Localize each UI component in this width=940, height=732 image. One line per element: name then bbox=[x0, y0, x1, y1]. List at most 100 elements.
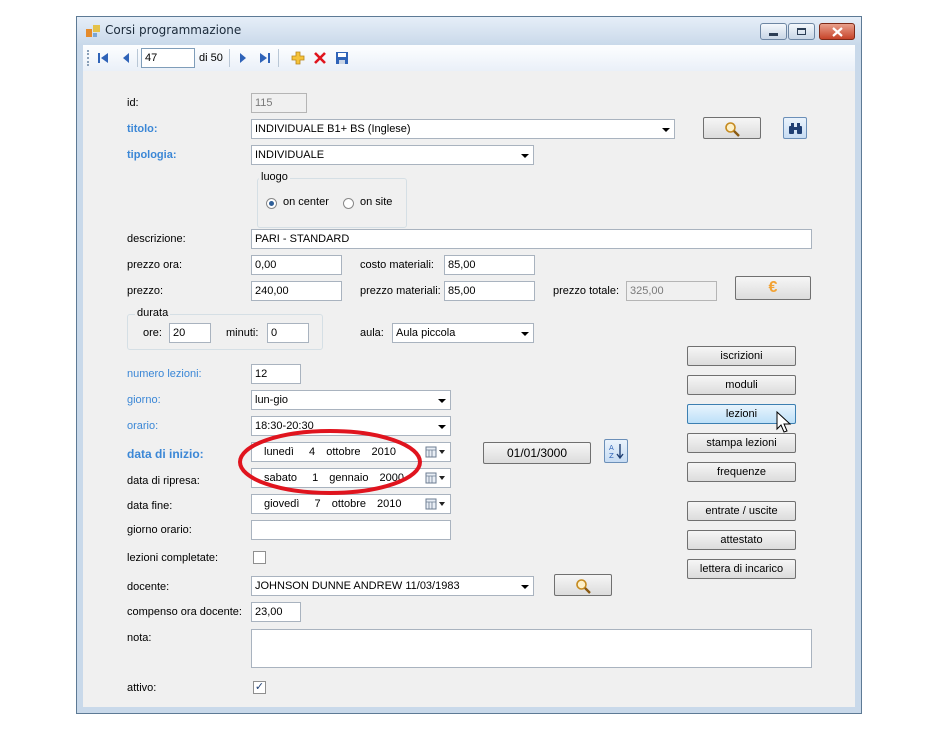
orario-label: orario: bbox=[127, 420, 159, 432]
previous-record-icon[interactable] bbox=[121, 52, 131, 64]
lettera-incarico-button[interactable]: lettera di incarico bbox=[687, 559, 796, 579]
date-01-01-3000-button[interactable]: 01/01/3000 bbox=[483, 442, 591, 464]
euro-icon: € bbox=[768, 279, 778, 296]
data-fine-picker[interactable]: giovedì 7 ottobre 2010 bbox=[251, 494, 451, 514]
svg-text:Z: Z bbox=[609, 452, 614, 460]
lezioni-completate-checkbox[interactable] bbox=[253, 551, 266, 564]
stampa-lezioni-button[interactable]: stampa lezioni bbox=[687, 433, 796, 453]
form-area: id: 115 titolo: INDIVIDUALE B1+ BS (Ingl… bbox=[83, 71, 855, 707]
record-position-input[interactable]: 47 bbox=[141, 48, 195, 68]
frequenze-button[interactable]: frequenze bbox=[687, 462, 796, 482]
id-field: 115 bbox=[251, 93, 307, 113]
on-center-radio[interactable] bbox=[266, 198, 277, 209]
attivo-label: attivo: bbox=[127, 682, 157, 694]
costo-materiali-field[interactable]: 85,00 bbox=[444, 255, 535, 275]
window: Corsi programmazione 47 di 50 id: 115 ti… bbox=[76, 16, 862, 714]
tipologia-combo[interactable]: INDIVIDUALE bbox=[251, 145, 534, 165]
search-titolo-button[interactable] bbox=[703, 117, 761, 139]
on-center-label[interactable]: on center bbox=[283, 196, 329, 208]
save-record-icon[interactable] bbox=[335, 51, 349, 65]
on-site-label[interactable]: on site bbox=[360, 196, 392, 208]
luogo-group-label: luogo bbox=[259, 171, 290, 183]
durata-group-label: durata bbox=[135, 307, 171, 319]
minuti-field[interactable]: 0 bbox=[267, 323, 309, 343]
sort-az-button[interactable]: A Z bbox=[604, 439, 628, 463]
sort-az-icon: A Z bbox=[609, 444, 624, 460]
titolo-value: INDIVIDUALE B1+ BS (Inglese) bbox=[255, 123, 411, 135]
attivo-checkbox[interactable]: ✓ bbox=[253, 681, 266, 694]
aula-value: Aula piccola bbox=[396, 327, 456, 339]
attestato-button[interactable]: attestato bbox=[687, 530, 796, 550]
data-fine-month: ottobre bbox=[331, 498, 366, 510]
euro-button[interactable]: € bbox=[735, 276, 811, 300]
close-icon bbox=[832, 27, 843, 37]
titolo-combo[interactable]: INDIVIDUALE B1+ BS (Inglese) bbox=[251, 119, 675, 139]
minimize-button[interactable] bbox=[760, 23, 787, 40]
moduli-button[interactable]: moduli bbox=[687, 375, 796, 395]
calendar-dropdown-icon[interactable] bbox=[425, 498, 447, 510]
data-fine-date: 7 bbox=[314, 498, 321, 510]
docente-value: JOHNSON DUNNE ANDREW 11/03/1983 bbox=[255, 580, 460, 592]
first-record-icon[interactable] bbox=[97, 52, 109, 64]
toolbar-separator bbox=[278, 49, 279, 67]
prezzo-ora-field[interactable]: 0,00 bbox=[251, 255, 342, 275]
numero-lezioni-field[interactable]: 12 bbox=[251, 364, 301, 384]
docente-label: docente: bbox=[127, 581, 170, 593]
prezzo-field[interactable]: 240,00 bbox=[251, 281, 342, 301]
app-icon bbox=[86, 25, 100, 37]
id-label: id: bbox=[127, 97, 139, 109]
mouse-cursor-icon bbox=[776, 411, 792, 433]
entrate-uscite-button[interactable]: entrate / uscite bbox=[687, 501, 796, 521]
on-site-radio[interactable] bbox=[343, 198, 354, 209]
prezzo-label: prezzo: bbox=[127, 285, 164, 297]
toolbar-separator bbox=[229, 49, 230, 67]
magnifier-icon bbox=[725, 122, 740, 137]
close-button[interactable] bbox=[819, 23, 855, 40]
add-record-icon[interactable] bbox=[291, 51, 305, 65]
calendar-dropdown-icon[interactable] bbox=[425, 472, 447, 484]
prezzo-ora-label: prezzo ora: bbox=[127, 259, 183, 271]
window-title: Corsi programmazione bbox=[105, 23, 242, 37]
giorno-value: lun-gio bbox=[255, 394, 289, 406]
data-ripresa-label: data di ripresa: bbox=[127, 475, 200, 487]
calendar-dropdown-icon[interactable] bbox=[425, 446, 447, 458]
maximize-button[interactable] bbox=[788, 23, 815, 40]
prezzo-materiali-field[interactable]: 85,00 bbox=[444, 281, 535, 301]
data-fine-label: data fine: bbox=[127, 500, 173, 512]
nota-field[interactable] bbox=[251, 629, 812, 668]
descrizione-field[interactable]: PARI - STANDARD bbox=[251, 229, 812, 249]
minuti-label: minuti: bbox=[226, 327, 259, 339]
navigator-toolbar: 47 di 50 bbox=[83, 45, 855, 72]
prezzo-materiali-label: prezzo materiali: bbox=[360, 285, 441, 297]
tipologia-value: INDIVIDUALE bbox=[255, 149, 325, 161]
aula-label: aula: bbox=[360, 327, 384, 339]
aula-combo[interactable]: Aula piccola bbox=[392, 323, 534, 343]
giorno-orario-field[interactable] bbox=[251, 520, 451, 540]
data-inizio-label: data di inizio: bbox=[127, 447, 204, 461]
prezzo-totale-field: 325,00 bbox=[626, 281, 717, 301]
search-docente-button[interactable] bbox=[554, 574, 612, 596]
lezioni-completate-label: lezioni completate: bbox=[127, 552, 219, 564]
next-record-icon[interactable] bbox=[238, 52, 248, 64]
compenso-label: compenso ora docente: bbox=[127, 606, 242, 618]
iscrizioni-button[interactable]: iscrizioni bbox=[687, 346, 796, 366]
ore-field[interactable]: 20 bbox=[169, 323, 211, 343]
title-bar[interactable]: Corsi programmazione bbox=[77, 17, 861, 45]
data-fine-day: giovedì bbox=[264, 498, 300, 510]
giorno-combo[interactable]: lun-gio bbox=[251, 390, 451, 410]
record-count-label: di 50 bbox=[199, 52, 223, 64]
descrizione-label: descrizione: bbox=[127, 233, 186, 245]
data-fine-year: 2010 bbox=[377, 498, 402, 510]
docente-combo[interactable]: JOHNSON DUNNE ANDREW 11/03/1983 bbox=[251, 576, 534, 596]
compenso-field[interactable]: 23,00 bbox=[251, 602, 301, 622]
binoculars-icon bbox=[789, 123, 802, 134]
find-button[interactable] bbox=[783, 117, 807, 139]
tipologia-label: tipologia: bbox=[127, 149, 177, 161]
ore-label: ore: bbox=[143, 327, 162, 339]
delete-record-icon[interactable] bbox=[313, 51, 327, 65]
magnifier-icon bbox=[576, 579, 591, 594]
last-record-icon[interactable] bbox=[259, 52, 271, 64]
numero-lezioni-label: numero lezioni: bbox=[127, 368, 202, 380]
titolo-label: titolo: bbox=[127, 123, 158, 135]
prezzo-totale-label: prezzo totale: bbox=[553, 285, 620, 297]
